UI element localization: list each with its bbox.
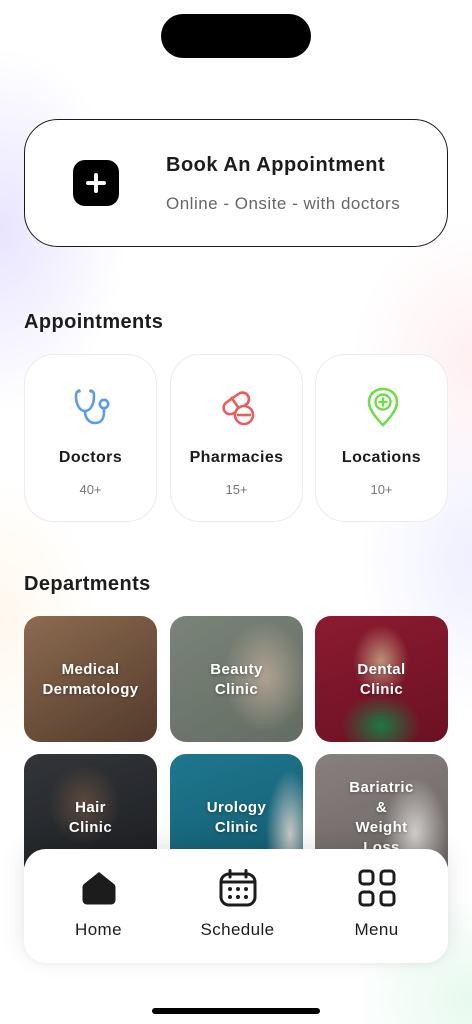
home-icon [82,872,116,905]
department-card-beauty-clinic[interactable]: Beauty Clinic [170,616,303,742]
stethoscope-icon [74,389,110,425]
locations-count: 10+ [370,482,393,497]
tab-menu-label: Menu [354,920,399,939]
bottom-tab-bar: Home Schedule Menu [24,849,448,963]
doctors-label: Doctors [58,449,123,466]
book-appointment-subtitle: Online - Onsite - with doctors [166,194,401,213]
tab-schedule-label: Schedule [200,920,275,939]
pharmacies-count: 15+ [225,482,248,497]
tab-home[interactable]: Home [28,849,169,963]
department-name: Urology Clinic [206,799,267,836]
departments-heading: Departments [24,573,151,595]
department-card-medical-dermatology[interactable]: Medical Dermatology [24,616,157,742]
tab-menu[interactable]: Menu [306,849,447,963]
department-name: Bariatric & Weight Loss [349,779,414,856]
appointment-card-pharmacies[interactable]: Pharmacies 15+ [170,354,303,522]
calendar-icon [219,869,257,907]
department-name: Hair Clinic [68,799,113,836]
location-pin-icon [367,387,399,427]
appointments-heading: Appointments [24,311,164,333]
book-appointment-title: Book An Appointment [166,154,386,176]
tab-home-label: Home [75,920,122,939]
department-name: Dental Clinic [357,661,406,698]
tab-schedule[interactable]: Schedule [167,849,308,963]
department-name: Medical Dermatology [42,661,139,698]
appointment-card-doctors[interactable]: Doctors 40+ [24,354,157,522]
department-name: Beauty Clinic [210,661,263,698]
locations-label: Locations [341,449,422,466]
department-card-dental-clinic[interactable]: Dental Clinic [315,616,448,742]
grid-menu-icon [358,869,396,907]
pharmacies-label: Pharmacies [189,449,284,466]
book-appointment-card[interactable]: Book An Appointment Online - Onsite - wi… [24,119,448,247]
pills-icon [222,391,255,426]
appointment-card-locations[interactable]: Locations 10+ [315,354,448,522]
home-indicator [152,1008,320,1014]
dynamic-island [161,14,311,58]
plus-icon [73,160,119,206]
doctors-count: 40+ [79,482,102,497]
